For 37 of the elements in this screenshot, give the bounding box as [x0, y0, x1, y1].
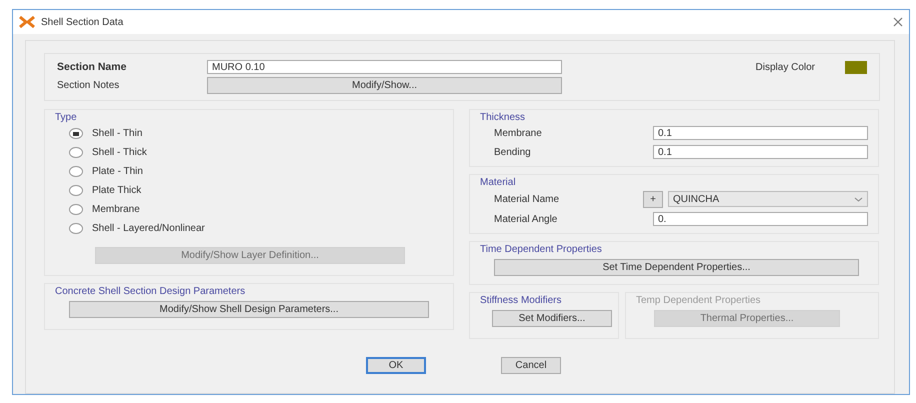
group-title: Temp Dependent Properties: [636, 295, 762, 306]
group-title: Material: [480, 177, 517, 188]
time-properties-button[interactable]: Set Time Dependent Properties...: [494, 259, 859, 276]
radio-option[interactable]: Shell - Thick: [69, 144, 443, 161]
field-label: Section Name: [57, 61, 128, 73]
section-name-field[interactable]: MURO 0.10: [207, 60, 562, 74]
radio-option[interactable]: Plate - Thin: [69, 163, 443, 180]
group-title: Type: [55, 112, 78, 123]
design-parameters-button[interactable]: Modify/Show Shell Design Parameters...: [69, 301, 429, 318]
color-swatch[interactable]: [845, 60, 867, 74]
group-title: Stiffness Modifiers: [480, 295, 563, 306]
group-title: Time Dependent Properties: [480, 244, 603, 255]
field-label: Bending: [494, 146, 531, 158]
group-title: Concrete Shell Section Design Parameters: [55, 286, 246, 297]
modifiers-button[interactable]: Set Modifiers...: [492, 310, 612, 327]
thickness-field[interactable]: 0.1: [653, 145, 868, 159]
field-label: Material Name: [494, 194, 560, 204]
radio-option[interactable]: Shell - Layered/Nonlinear: [69, 220, 443, 237]
field-label: Display Color: [756, 62, 815, 72]
dialog-button[interactable]: Cancel: [501, 357, 561, 374]
field-label: Material Angle: [494, 214, 558, 224]
radio-option[interactable]: Plate Thick: [69, 182, 443, 199]
radio-option[interactable]: Shell - Thin: [69, 125, 443, 142]
chevron-down-icon: [854, 196, 863, 202]
group-title: Thickness: [480, 112, 526, 123]
dialog-button[interactable]: OK: [366, 357, 426, 374]
field-label: Section Notes: [57, 80, 120, 91]
thickness-field[interactable]: 0.1: [653, 126, 868, 140]
angle-field[interactable]: 0.: [653, 212, 868, 226]
material-dropdown[interactable]: QUINCHA: [668, 191, 868, 207]
app-logo-icon: [19, 16, 35, 28]
window-title: Shell Section Data: [41, 16, 124, 28]
close-icon[interactable]: [893, 17, 903, 27]
radio-option[interactable]: Membrane: [69, 201, 443, 218]
add-button[interactable]: +: [643, 190, 663, 208]
field-label: Membrane: [494, 128, 542, 138]
modify-show-button[interactable]: Modify/Show...: [207, 77, 562, 94]
